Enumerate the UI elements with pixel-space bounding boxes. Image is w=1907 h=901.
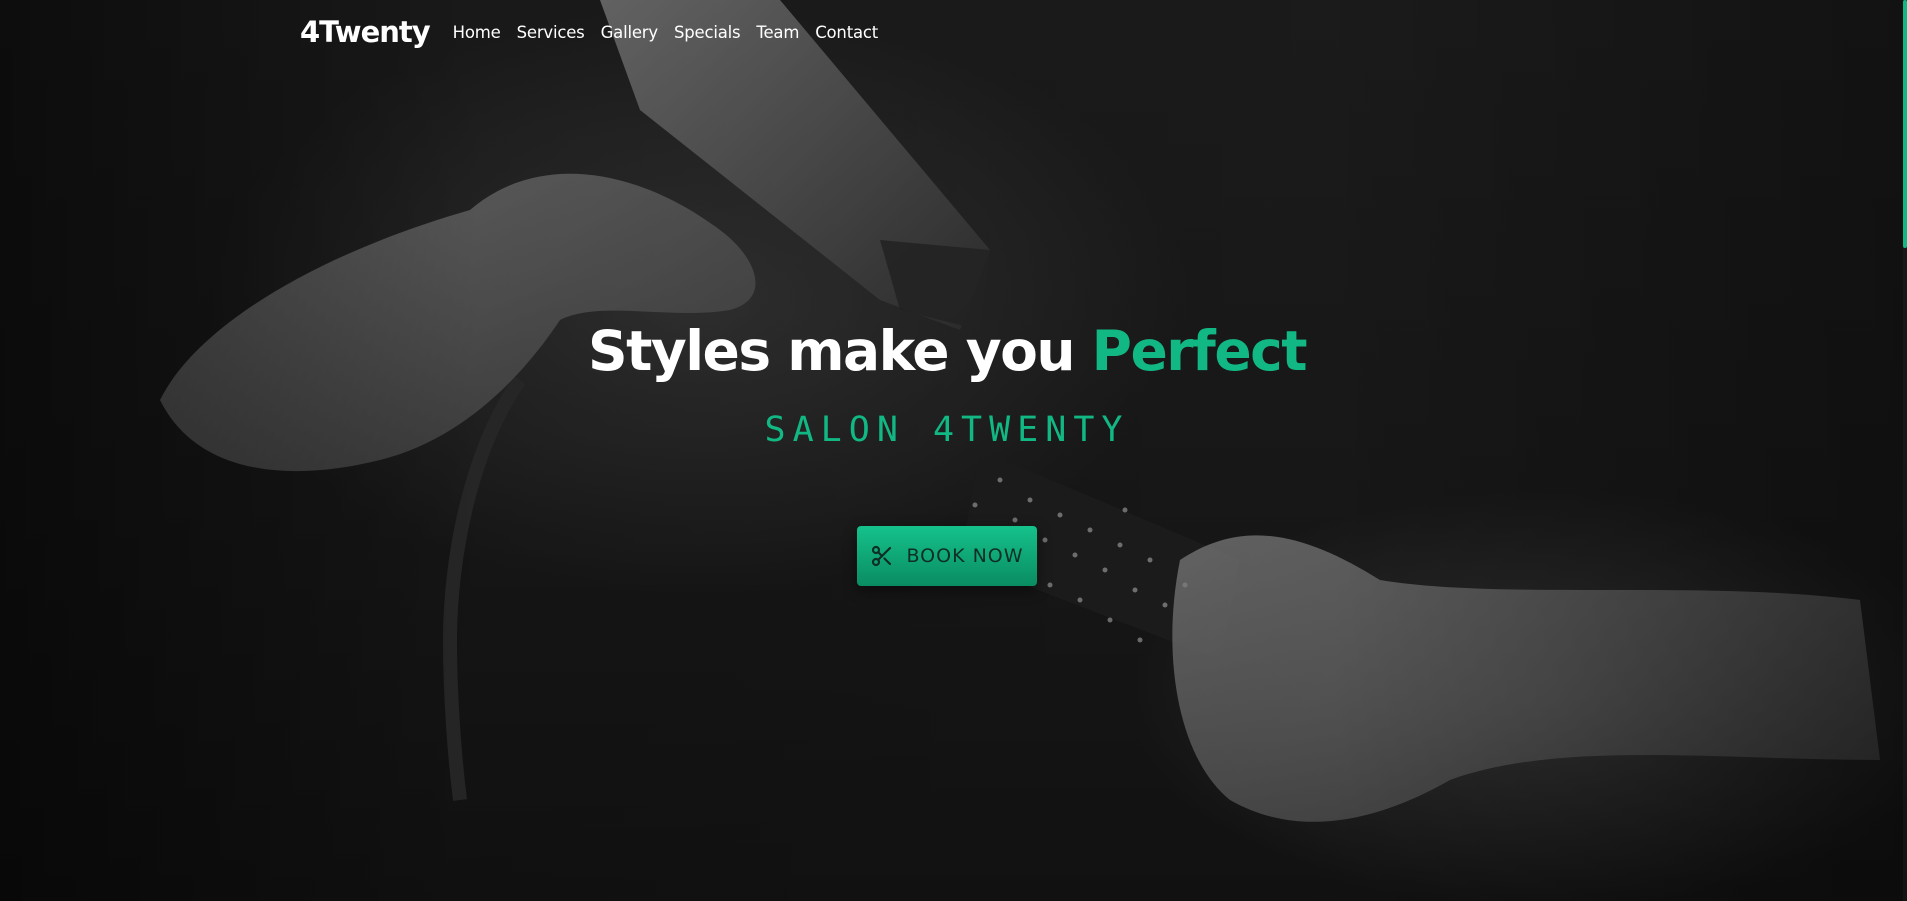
nav-home[interactable]: Home — [453, 23, 501, 42]
nav-gallery[interactable]: Gallery — [601, 23, 659, 42]
nav-contact[interactable]: Contact — [815, 23, 878, 42]
nav-specials[interactable]: Specials — [674, 23, 741, 42]
main-nav: Home Services Gallery Specials Team Cont… — [453, 23, 894, 42]
hero-section: 4Twenty Home Services Gallery Specials T… — [0, 0, 1907, 901]
scrollbar-thumb[interactable] — [1903, 0, 1907, 248]
site-header: 4Twenty Home Services Gallery Specials T… — [300, 10, 894, 54]
hero-content: Styles make you Perfect SALON 4TWENTY BO… — [0, 318, 1894, 586]
nav-services[interactable]: Services — [517, 23, 585, 42]
book-now-button[interactable]: BOOK NOW — [857, 526, 1037, 586]
headline-main-text: Styles make you — [587, 319, 1092, 383]
book-now-label: BOOK NOW — [906, 545, 1024, 567]
hero-subtitle: SALON 4TWENTY — [764, 410, 1130, 450]
nav-team[interactable]: Team — [756, 23, 799, 42]
hero-headline: Styles make you Perfect — [0, 318, 1894, 384]
headline-accent-text: Perfect — [1091, 319, 1308, 383]
cta-wrapper: BOOK NOW — [0, 526, 1894, 586]
scissors-icon — [870, 544, 894, 568]
page-scrollbar[interactable] — [1903, 0, 1907, 901]
site-logo[interactable]: 4Twenty — [300, 15, 431, 49]
